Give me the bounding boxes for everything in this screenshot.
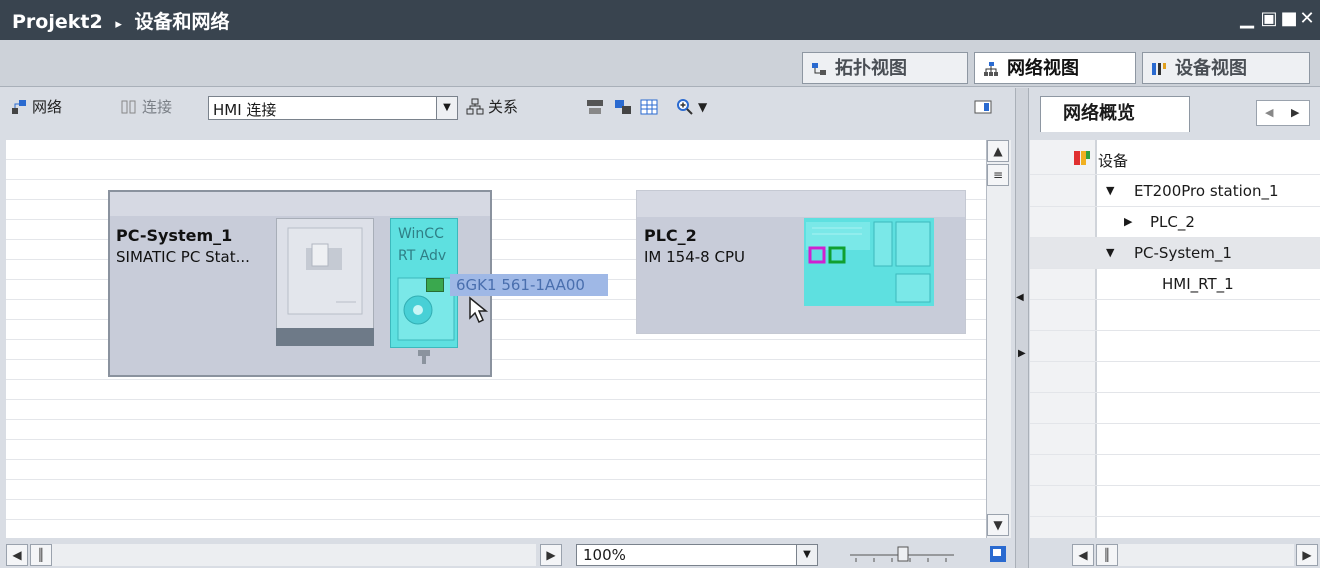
canvas-vertical-scrollbar[interactable]	[986, 140, 1011, 538]
device-header-strip	[110, 192, 490, 216]
show-names-icon[interactable]	[586, 98, 604, 116]
pc-chassis-base	[276, 328, 374, 346]
tab-network-overview[interactable]: 网络概览	[1040, 96, 1190, 132]
overview-row	[1030, 455, 1320, 486]
table-icon[interactable]	[640, 98, 658, 116]
overview-row	[1030, 424, 1320, 455]
zoom-slider[interactable]	[846, 544, 958, 566]
collapse-left-icon[interactable]: ◀	[1016, 292, 1024, 303]
tab-device-label: 设备视图	[1175, 58, 1247, 79]
scroll-down-button[interactable]: ▼	[987, 514, 1009, 536]
chevron-down-icon[interactable]: ▼	[436, 97, 457, 119]
scroll-up-button[interactable]: ▲	[987, 140, 1009, 162]
network-icon	[984, 62, 998, 76]
tree-expander-icon[interactable]: ▶	[1124, 215, 1132, 228]
tree-expander-icon[interactable]: ▼	[1106, 246, 1114, 259]
ethernet-port-icon[interactable]	[426, 278, 444, 292]
zoom-value: 100%	[583, 546, 626, 564]
close-button[interactable]: ✕	[1296, 8, 1318, 30]
show-addresses-icon[interactable]	[614, 98, 632, 116]
wincc-module-line2: RT Adv	[398, 248, 447, 264]
wincc-module-line1: WinCC	[398, 226, 444, 242]
tree-item-label[interactable]: PLC_2	[1150, 213, 1195, 231]
devices-column-icon	[1074, 151, 1090, 165]
tab-network-label: 网络视图	[1007, 58, 1079, 79]
tree-item-label[interactable]: HMI_RT_1	[1162, 275, 1234, 293]
zoom-dropdown-icon[interactable]: ▼	[698, 100, 707, 114]
overview-horizontal-scrollbar[interactable]	[1118, 544, 1294, 566]
overview-row	[1030, 331, 1320, 362]
tab-scroll-right-icon[interactable]: ▶	[1291, 106, 1299, 119]
overview-scroll-right-button[interactable]: ▶	[1296, 544, 1318, 566]
restore-button[interactable]: ▣	[1258, 8, 1280, 30]
network-button[interactable]: 网络	[32, 96, 62, 117]
device-header-strip	[637, 191, 965, 217]
hscroll-thumb[interactable]: ║	[30, 544, 52, 566]
tree-item-label[interactable]: ET200Pro station_1	[1134, 182, 1279, 200]
interface-connector-icon[interactable]	[418, 350, 430, 364]
breadcrumb: Projekt2 ▸ 设备和网络	[12, 7, 229, 34]
tree-expander-icon[interactable]: ▼	[1106, 184, 1114, 197]
device-type: IM 154-8 CPU	[644, 248, 745, 266]
module-tooltip: 6GK1 561-1AA00	[450, 274, 608, 296]
overview-row	[1030, 486, 1320, 517]
scroll-left-button[interactable]: ◀	[6, 544, 28, 566]
plc-module-icon[interactable]	[804, 218, 934, 306]
minimize-button[interactable]: ▁	[1236, 8, 1258, 30]
device-type: SIMATIC PC Stat...	[116, 248, 250, 266]
network-mode-icon[interactable]	[10, 98, 28, 116]
tab-topology-view[interactable]: 拓扑视图	[802, 52, 968, 84]
overview-row	[1030, 362, 1320, 393]
relations-icon[interactable]	[466, 98, 484, 116]
expand-right-icon[interactable]: ▶	[1018, 348, 1026, 359]
overview-row	[1030, 300, 1320, 331]
mouse-cursor-icon	[469, 296, 489, 324]
connection-icon[interactable]	[120, 98, 138, 116]
pc-system-icon	[287, 227, 363, 315]
relations-button[interactable]: 关系	[488, 96, 518, 117]
zoom-select[interactable]: 100% ▼	[576, 544, 818, 566]
title-bar: Projekt2 ▸ 设备和网络 ▁ ▣ ■ ✕	[0, 0, 1320, 40]
connection-button[interactable]: 连接	[142, 96, 172, 117]
breadcrumb-separator-icon: ▸	[115, 17, 122, 32]
breadcrumb-project[interactable]: Projekt2	[12, 11, 103, 33]
canvas-horizontal-scrollbar[interactable]	[52, 544, 536, 566]
overview-hscroll-thumb[interactable]: ║	[1096, 544, 1118, 566]
devices-column-header[interactable]: 设备	[1098, 150, 1128, 171]
zoom-in-icon[interactable]	[676, 98, 694, 116]
tab-scroll-left-icon[interactable]: ◀	[1265, 106, 1273, 119]
overview-scroll-left-button[interactable]: ◀	[1072, 544, 1094, 566]
tree-item-label[interactable]: PC-System_1	[1134, 244, 1232, 262]
tab-topology-label: 拓扑视图	[835, 58, 907, 79]
device-name: PLC_2	[644, 226, 697, 245]
panel-toggle-icon[interactable]	[974, 98, 992, 116]
chevron-down-icon[interactable]: ▼	[796, 545, 817, 565]
scroll-menu-icon[interactable]: ≡	[987, 164, 1009, 186]
breadcrumb-title: 设备和网络	[134, 11, 230, 33]
device-icon	[1152, 63, 1166, 75]
connection-type-select[interactable]: HMI 连接 ▼	[208, 96, 458, 120]
topology-icon	[812, 63, 826, 75]
device-name: PC-System_1	[116, 226, 233, 245]
tab-network-view[interactable]: 网络视图	[974, 52, 1136, 84]
tab-device-view[interactable]: 设备视图	[1142, 52, 1310, 84]
overview-tab-scroller: ◀ ▶	[1256, 100, 1310, 126]
connection-type-value: HMI 连接	[213, 101, 277, 119]
overview-row	[1030, 393, 1320, 424]
scroll-right-button[interactable]: ▶	[540, 544, 562, 566]
panel-splitter[interactable]	[1015, 88, 1029, 568]
overview-navigator-icon[interactable]	[988, 544, 1008, 564]
